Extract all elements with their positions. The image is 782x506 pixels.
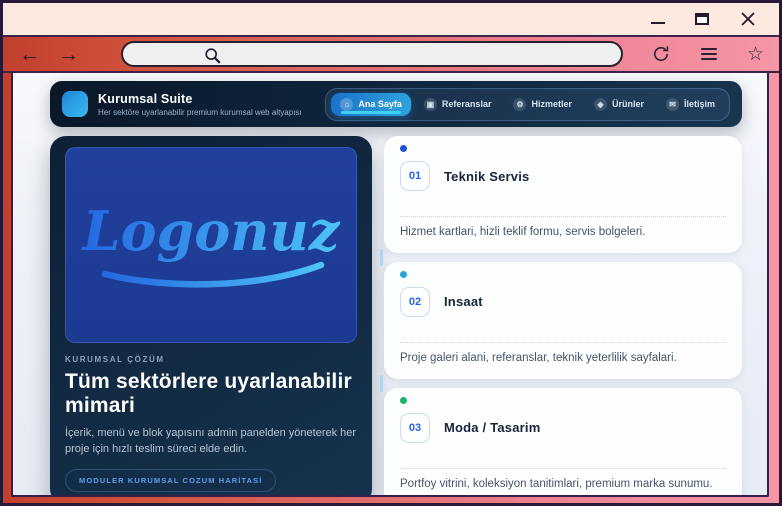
- main-content: Logonuz KURUMSAL ÇÖZÜM Tüm sektörlere uy…: [50, 136, 742, 495]
- sector-header: 01 Teknik Servis: [400, 161, 726, 191]
- sector-list: 01 Teknik Servis Hizmet kartlari, hizli …: [380, 136, 742, 495]
- sector-card-insaat[interactable]: 02 Insaat Proje galeri alani, referansla…: [380, 248, 742, 379]
- sector-dot: [400, 270, 407, 278]
- sector-title: Insaat: [444, 294, 483, 310]
- sector-dot: [400, 396, 407, 404]
- nav-label: İletişim: [683, 99, 715, 109]
- page-title: Tüm sektörlere uyarlanabilir mimari: [65, 370, 352, 417]
- close-icon: [741, 12, 755, 26]
- sector-title: Moda / Tasarim: [444, 420, 541, 436]
- hamburger-icon: [701, 48, 717, 60]
- logonuz-logo: Logonuz: [81, 199, 341, 288]
- close-button[interactable]: [739, 10, 757, 28]
- sector-card-moda-tasarim[interactable]: 03 Moda / Tasarim Portfoy vitrini, kolek…: [380, 374, 742, 495]
- dotted-divider: [400, 341, 726, 343]
- dotted-divider: [400, 467, 726, 469]
- maximize-icon: [695, 13, 709, 25]
- hero-card: Logonuz KURUMSAL ÇÖZÜM Tüm sektörlere uy…: [50, 136, 372, 495]
- sector-header: 02 Insaat: [400, 286, 726, 317]
- minimize-icon: [651, 22, 665, 24]
- nav-item-urunler[interactable]: ◈ Ürünler: [585, 93, 653, 116]
- site-header: Kurumsal Suite Her sektöre uyarlanabilir…: [50, 81, 742, 127]
- sector-dot: [400, 145, 407, 152]
- browser-window: ← → ☆ Kurumsal Suite Her sektöre uyarlan…: [0, 0, 782, 506]
- site-tagline: Her sektöre uyarlanabilir premium kurums…: [98, 107, 302, 117]
- nav-item-hizmetler[interactable]: ⚙ Hizmetler: [504, 93, 581, 116]
- sector-description: Hizmet kartlari, hizli teklif formu, ser…: [400, 225, 646, 238]
- home-icon: ⌂: [340, 97, 354, 111]
- sector-description: Proje galeri alani, referanslar, teknik …: [400, 351, 677, 364]
- nav-label: Ürünler: [611, 99, 644, 109]
- window-titlebar: [3, 3, 779, 37]
- sector-number-badge: 03: [400, 412, 430, 443]
- svg-text:Logonuz: Logonuz: [81, 199, 341, 263]
- sector-number-badge: 01: [400, 161, 430, 191]
- forward-button[interactable]: →: [58, 44, 79, 65]
- sector-card-teknik-servis[interactable]: 01 Teknik Servis Hizmet kartlari, hizli …: [384, 136, 742, 253]
- logo-panel: Logonuz: [65, 147, 357, 343]
- sector-title: Teknik Servis: [444, 168, 530, 184]
- site-nav: ⌂ Ana Sayfa ▣ Referanslar ⚙ Hizmetler ◈ …: [325, 87, 730, 121]
- contact-icon: ✉: [665, 97, 679, 111]
- menu-button[interactable]: [701, 48, 717, 60]
- site-title: Kurumsal Suite: [98, 91, 193, 106]
- hero-eyebrow: KURUMSAL ÇÖZÜM: [65, 355, 165, 364]
- browser-toolbar: ← → ☆: [3, 37, 779, 73]
- nav-label: Hizmetler: [531, 99, 572, 109]
- star-icon: ☆: [747, 43, 765, 65]
- nav-item-referanslar[interactable]: ▣ Referanslar: [415, 93, 501, 116]
- refresh-icon: [653, 46, 669, 62]
- refresh-button[interactable]: [651, 44, 671, 64]
- page-content: Kurumsal Suite Her sektöre uyarlanabilir…: [13, 73, 767, 495]
- sector-header: 03 Moda / Tasarim: [400, 412, 726, 443]
- maximize-button[interactable]: [695, 13, 709, 25]
- sector-description: Portfoy vitrini, koleksiyon tanitimlari,…: [400, 477, 713, 490]
- url-input[interactable]: [123, 43, 621, 65]
- brand-logo-icon: [62, 91, 88, 117]
- dotted-divider: [400, 215, 726, 217]
- page-viewport: Kurumsal Suite Her sektöre uyarlanabilir…: [11, 73, 769, 497]
- url-bar[interactable]: [121, 41, 623, 67]
- hero-description: İçerik, menü ve blok yapısını admin pane…: [65, 426, 357, 455]
- nav-item-ana-sayfa[interactable]: ⌂ Ana Sayfa: [331, 92, 411, 116]
- minimize-button[interactable]: [651, 14, 665, 24]
- favorite-button[interactable]: ☆: [747, 45, 764, 64]
- brand: Kurumsal Suite Her sektöre uyarlanabilir…: [62, 91, 302, 117]
- nav-label: Referanslar: [441, 99, 492, 109]
- back-button[interactable]: ←: [19, 44, 40, 65]
- services-icon: ⚙: [513, 97, 527, 111]
- references-icon: ▣: [423, 97, 437, 111]
- sector-number-badge: 02: [400, 286, 430, 317]
- solution-map-button[interactable]: MODULER KURUMSAL COZUM HARİTASİ: [65, 468, 277, 492]
- nav-label: Ana Sayfa: [358, 99, 402, 109]
- products-icon: ◈: [593, 97, 607, 111]
- nav-item-iletisim[interactable]: ✉ İletişim: [657, 93, 724, 116]
- brand-text: Kurumsal Suite Her sektöre uyarlanabilir…: [98, 92, 302, 117]
